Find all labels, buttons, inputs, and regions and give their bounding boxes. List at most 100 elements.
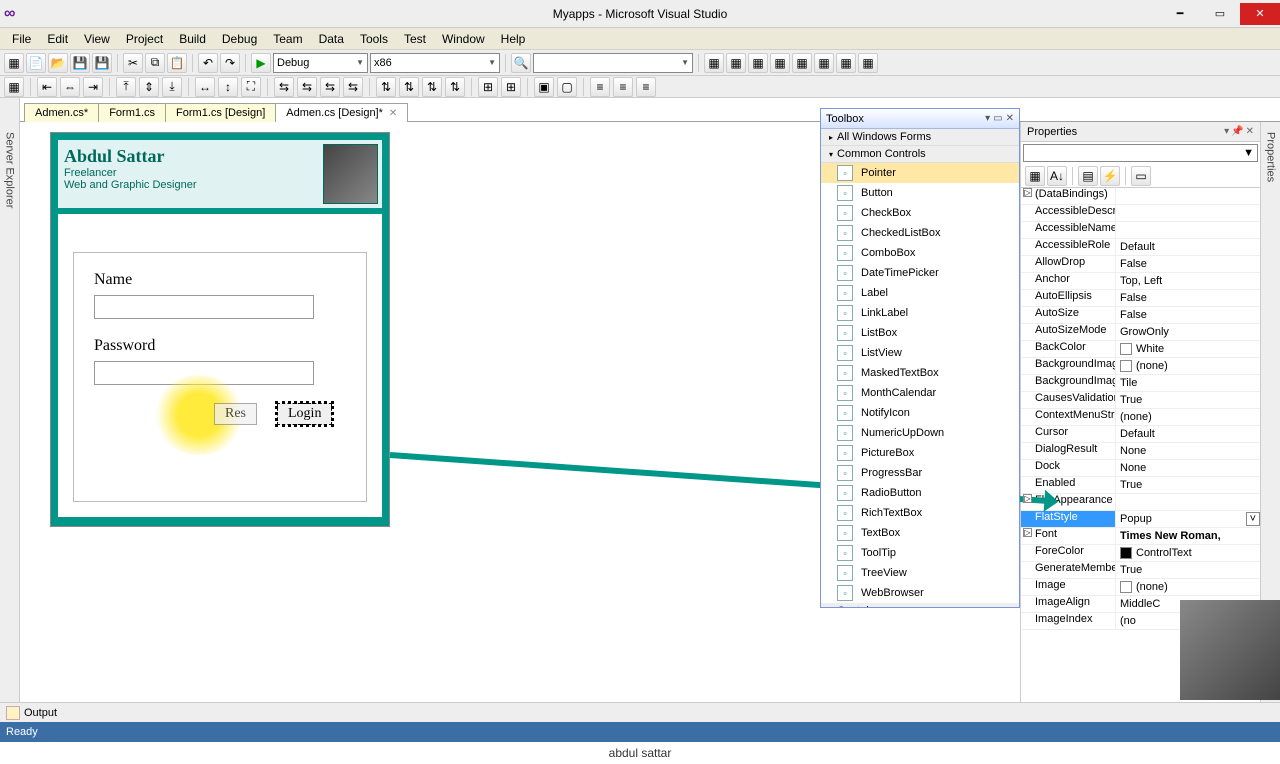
toolbox-item[interactable]: ▫RichTextBox [821,503,1019,523]
toolbox-item[interactable]: ▫MonthCalendar [821,383,1019,403]
menu-edit[interactable]: Edit [39,30,76,48]
document-tab[interactable]: Admen.cs [Design]*✕ [275,103,408,122]
expand-icon[interactable]: ▷ [1023,528,1032,537]
align-top-icon[interactable]: ⤒ [116,77,136,97]
start-icon[interactable]: ▶ [251,53,271,73]
close-button[interactable]: ✕ [1240,3,1280,25]
redo-icon[interactable]: ↷ [220,53,240,73]
property-row[interactable]: BackgroundImagTile [1021,375,1260,392]
align-left-icon[interactable]: ⇤ [37,77,57,97]
menu-data[interactable]: Data [311,30,352,48]
categorized-icon[interactable]: ▦ [1025,166,1045,186]
toolbox-item[interactable]: ▫ComboBox [821,243,1019,263]
toolbox-item[interactable]: ▫RadioButton [821,483,1019,503]
property-row[interactable]: FlatStylePopup˅ [1021,511,1260,528]
props-pin2-icon[interactable]: 📌 [1231,126,1243,137]
align-middle-icon[interactable]: ⇕ [139,77,159,97]
textbox-name[interactable] [94,295,314,319]
properties-icon[interactable]: ▤ [1078,166,1098,186]
copy-icon[interactable]: ⧉ [145,53,165,73]
form-designer[interactable]: Abdul Sattar Freelancer Web and Graphic … [50,132,390,527]
tb-d-icon[interactable]: ▦ [770,53,790,73]
hspace-inc-icon[interactable]: ⇆ [297,77,317,97]
alphabetical-icon[interactable]: A↓ [1047,166,1067,186]
expand-icon[interactable]: ▷ [1023,188,1032,197]
merge-icon[interactable]: ≡ [613,77,633,97]
toolbox-drop-icon[interactable]: ▾ [985,113,990,124]
menu-file[interactable]: File [4,30,39,48]
property-row[interactable]: AnchorTop, Left [1021,273,1260,290]
toolbox-close-icon[interactable]: ✕ [1006,113,1014,124]
hspace-rem-icon[interactable]: ⇆ [343,77,363,97]
property-row[interactable]: ▷FontTimes New Roman, [1021,528,1260,545]
properties-object-combo[interactable]: ▼ [1023,144,1258,162]
toolbox-item[interactable]: ▫TextBox [821,523,1019,543]
paste-icon[interactable]: 📋 [167,53,187,73]
menu-test[interactable]: Test [396,30,434,48]
document-tab[interactable]: Admen.cs* [24,103,99,122]
property-row[interactable]: AccessibleRoleDefault [1021,239,1260,256]
tb-b-icon[interactable]: ▦ [726,53,746,73]
vspace-eq-icon[interactable]: ⇅ [376,77,396,97]
menu-build[interactable]: Build [171,30,214,48]
menu-tools[interactable]: Tools [352,30,396,48]
property-row[interactable]: AllowDropFalse [1021,256,1260,273]
config-combo[interactable]: Debug▼ [273,53,368,73]
split-icon[interactable]: ≡ [636,77,656,97]
vspace-inc-icon[interactable]: ⇅ [399,77,419,97]
property-row[interactable]: ContextMenuStrip(none) [1021,409,1260,426]
document-tab[interactable]: Form1.cs [Design] [165,103,276,122]
toolbox-item[interactable]: ▫MaskedTextBox [821,363,1019,383]
toolbox-item[interactable]: ▫WebBrowser [821,583,1019,603]
platform-combo[interactable]: x86▼ [370,53,500,73]
menu-window[interactable]: Window [434,30,493,48]
align-bottom-icon[interactable]: ⤓ [162,77,182,97]
tab-order-icon[interactable]: ≡ [590,77,610,97]
property-row[interactable]: CursorDefault [1021,426,1260,443]
toolbox-header[interactable]: Toolbox ▾▭✕ [821,109,1019,129]
toolbox-pin-icon[interactable]: ▭ [993,113,1002,124]
property-row[interactable]: AutoSizeModeGrowOnly [1021,324,1260,341]
hspace-dec-icon[interactable]: ⇆ [320,77,340,97]
toolbox-item[interactable]: ▫Button [821,183,1019,203]
property-row[interactable]: BackgroundImag(none) [1021,358,1260,375]
property-row[interactable]: ForeColorControlText [1021,545,1260,562]
props-close-icon[interactable]: ✕ [1246,126,1254,137]
add-icon[interactable]: 📄 [26,53,46,73]
menu-debug[interactable]: Debug [214,30,265,48]
tb-a-icon[interactable]: ▦ [704,53,724,73]
center-h-icon[interactable]: ⊞ [478,77,498,97]
toolbox-item[interactable]: ▫LinkLabel [821,303,1019,323]
same-width-icon[interactable]: ↔ [195,77,215,97]
property-row[interactable]: AccessibleDescrip [1021,205,1260,222]
vspace-dec-icon[interactable]: ⇅ [422,77,442,97]
align-right-icon[interactable]: ⇥ [83,77,103,97]
login-button[interactable]: Login [277,403,332,425]
property-row[interactable]: AutoEllipsisFalse [1021,290,1260,307]
tb-h-icon[interactable]: ▦ [858,53,878,73]
reset-button[interactable]: Res [214,403,257,425]
events-icon[interactable]: ⚡ [1100,166,1120,186]
property-row[interactable]: ▷(DataBindings) [1021,188,1260,205]
output-tab[interactable]: Output [0,702,1280,722]
align-grid-icon[interactable]: ▦ [4,77,24,97]
tb-e-icon[interactable]: ▦ [792,53,812,73]
property-row[interactable]: GenerateMemberTrue [1021,562,1260,579]
toolbox-item[interactable]: ▫CheckBox [821,203,1019,223]
save-all-icon[interactable]: 💾 [92,53,112,73]
same-height-icon[interactable]: ↕ [218,77,238,97]
hspace-eq-icon[interactable]: ⇆ [274,77,294,97]
property-row[interactable]: CausesValidationTrue [1021,392,1260,409]
bring-front-icon[interactable]: ▣ [534,77,554,97]
dropdown-icon[interactable]: ˅ [1246,512,1260,526]
tb-c-icon[interactable]: ▦ [748,53,768,73]
property-row[interactable]: Image(none) [1021,579,1260,596]
toolbox-item[interactable]: ▫Pointer [821,163,1019,183]
send-back-icon[interactable]: ▢ [557,77,577,97]
new-project-icon[interactable]: ▦ [4,53,24,73]
align-center-icon[interactable]: ⇔ [60,77,80,97]
prop-pages-icon[interactable]: ▭ [1131,166,1151,186]
tb-f-icon[interactable]: ▦ [814,53,834,73]
toolbox-item[interactable]: ▫NotifyIcon [821,403,1019,423]
toolbox-item[interactable]: ▫Label [821,283,1019,303]
